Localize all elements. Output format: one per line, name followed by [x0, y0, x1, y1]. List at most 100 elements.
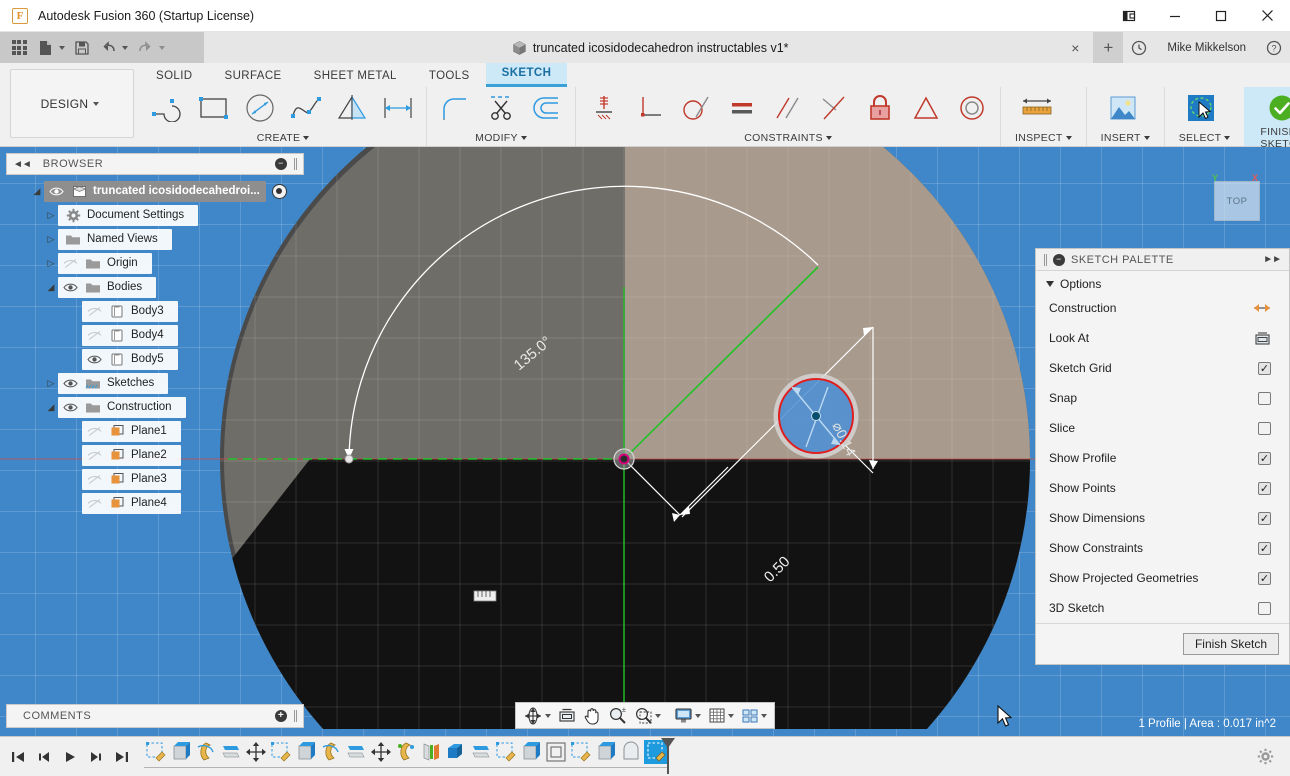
timeline-item-sketch-1[interactable] [144, 740, 168, 764]
minimize-panel-icon[interactable]: − [275, 158, 287, 170]
tree-chip-document-settings[interactable]: Document Settings [58, 205, 198, 226]
tree-chip-plane2[interactable]: Plane2 [82, 445, 181, 466]
play-icon[interactable] [58, 744, 82, 770]
palette-row-look-at[interactable]: Look At [1036, 323, 1289, 353]
comments-panel[interactable]: COMMENTS + [6, 704, 304, 728]
orbit-icon[interactable] [520, 704, 554, 727]
measure-ruler-icon[interactable] [1015, 88, 1059, 128]
step-forward-icon[interactable] [84, 744, 108, 770]
view-cube-top-face[interactable]: TOP [1214, 181, 1260, 221]
go-to-beginning-icon[interactable] [6, 744, 30, 770]
palette-row-3d-sketch[interactable]: 3D Sketch [1036, 593, 1289, 623]
visibility-hidden-eye-icon[interactable] [82, 306, 106, 317]
expander-collapsed-icon[interactable]: ▷ [44, 210, 58, 221]
tree-row-plane1[interactable]: Plane1 [6, 419, 304, 443]
timeline-item-extrude-3[interactable] [519, 740, 543, 764]
tree-chip-named-views[interactable]: Named Views [58, 229, 172, 250]
show-constraints-checkbox[interactable]: ✓ [1258, 542, 1271, 555]
tree-chip-plane3[interactable]: Plane3 [82, 469, 181, 490]
tree-row-plane2[interactable]: Plane2 [6, 443, 304, 467]
tree-row-named-views[interactable]: ▷ Named Views [6, 227, 304, 251]
timeline-item-shell[interactable] [544, 740, 568, 764]
document-tab[interactable]: truncated icosidodecahedron instructable… [204, 32, 1093, 63]
timeline-item-mirror[interactable] [419, 740, 443, 764]
timeline-item-sketch-3[interactable] [494, 740, 518, 764]
timeline-item-offset-plane-2[interactable] [344, 740, 368, 764]
minimize-panel-icon[interactable]: − [1053, 254, 1065, 266]
minimize-button[interactable] [1152, 0, 1198, 32]
concentric-constraint-icon[interactable] [950, 88, 994, 128]
palette-row-snap[interactable]: Snap [1036, 383, 1289, 413]
offset-icon[interactable] [525, 88, 569, 128]
undo-dropdown-caret[interactable] [122, 46, 128, 50]
panel-insert-label[interactable]: INSERT [1101, 129, 1150, 146]
sketch-arc-icon[interactable] [146, 88, 190, 128]
timeline-item-revolve-2[interactable] [319, 740, 343, 764]
panel-create-label[interactable]: CREATE [146, 129, 420, 146]
tab-solid[interactable]: SOLID [140, 66, 209, 87]
visibility-hidden-eye-icon[interactable] [82, 330, 106, 341]
panel-inspect-label[interactable]: INSPECT [1015, 129, 1072, 146]
timeline-item-loft[interactable] [619, 740, 643, 764]
activate-component-radio[interactable] [272, 184, 287, 199]
tree-chip-plane4[interactable]: Plane4 [82, 493, 181, 514]
panel-grip[interactable] [294, 710, 297, 722]
chevron-down-icon[interactable] [655, 714, 661, 718]
tree-row-root[interactable]: ◢ truncated icosidodecahedroi... [6, 179, 304, 203]
expander-collapsed-icon[interactable]: ▷ [44, 378, 58, 389]
horizontal-vertical-constraint-icon[interactable] [582, 88, 626, 128]
tree-row-body5[interactable]: Body5 [6, 347, 304, 371]
visibility-hidden-eye-icon[interactable] [82, 450, 106, 461]
palette-row-show-constraints[interactable]: Show Constraints ✓ [1036, 533, 1289, 563]
expand-right-icon[interactable]: ►► [1263, 254, 1281, 265]
equal-constraint-icon[interactable] [720, 88, 764, 128]
tree-chip-body4[interactable]: Body4 [82, 325, 178, 346]
restore-down-icon[interactable] [1106, 0, 1152, 32]
tree-row-body3[interactable]: Body3 [6, 299, 304, 323]
design-workspace-selector[interactable]: DESIGN [10, 69, 134, 138]
tree-row-body4[interactable]: Body4 [6, 323, 304, 347]
sketch-grid-checkbox[interactable]: ✓ [1258, 362, 1271, 375]
add-comment-icon[interactable]: + [275, 710, 287, 722]
tree-row-origin[interactable]: ▷ Origin [6, 251, 304, 275]
trim-scissors-icon[interactable] [479, 88, 523, 128]
visibility-hidden-eye-icon[interactable] [82, 498, 106, 509]
maximize-button[interactable] [1198, 0, 1244, 32]
spline-icon[interactable] [284, 88, 328, 128]
tree-row-sketches[interactable]: ▷ Sketches [6, 371, 304, 395]
tree-chip-body5[interactable]: Body5 [82, 349, 178, 370]
clock-icon[interactable] [1123, 32, 1155, 63]
chevron-down-icon[interactable] [728, 714, 734, 718]
look-at-icon[interactable] [1254, 331, 1271, 346]
palette-row-slice[interactable]: Slice [1036, 413, 1289, 443]
chevron-down-icon[interactable] [545, 714, 551, 718]
show-dimensions-checkbox[interactable]: ✓ [1258, 512, 1271, 525]
tree-chip-body3[interactable]: Body3 [82, 301, 178, 322]
tab-tools[interactable]: TOOLS [413, 66, 486, 87]
user-name[interactable]: Mike Mikkelson [1155, 32, 1258, 63]
panel-grip[interactable] [294, 158, 297, 170]
new-file-icon[interactable] [32, 35, 58, 61]
slice-checkbox[interactable] [1258, 422, 1271, 435]
symmetry-constraint-icon[interactable] [904, 88, 948, 128]
palette-row-show-points[interactable]: Show Points ✓ [1036, 473, 1289, 503]
visibility-eye-icon[interactable] [58, 402, 82, 413]
tab-sketch[interactable]: SKETCH [486, 63, 568, 87]
expander-expanded-icon[interactable]: ◢ [44, 402, 58, 413]
undo-icon[interactable] [95, 35, 121, 61]
expander-collapsed-icon[interactable]: ▷ [44, 234, 58, 245]
tab-surface[interactable]: SURFACE [209, 66, 298, 87]
panel-select-label[interactable]: SELECT [1179, 129, 1231, 146]
viewports-icon[interactable] [738, 704, 770, 727]
construction-line-icon[interactable] [1253, 301, 1271, 315]
expander-expanded-icon[interactable]: ◢ [30, 186, 44, 197]
go-to-end-icon[interactable] [110, 744, 134, 770]
palette-row-sketch-grid[interactable]: Sketch Grid ✓ [1036, 353, 1289, 383]
timeline-item-sketch-4[interactable] [569, 740, 593, 764]
app-grid-icon[interactable] [6, 35, 32, 61]
palette-row-show-dimensions[interactable]: Show Dimensions ✓ [1036, 503, 1289, 533]
timeline-item-sketch-2[interactable] [269, 740, 293, 764]
3d-sketch-checkbox[interactable] [1258, 602, 1271, 615]
panel-constraints-label[interactable]: CONSTRAINTS [582, 129, 994, 146]
panel-finish-sketch-label[interactable]: FINISH SKETCH [1260, 129, 1290, 146]
